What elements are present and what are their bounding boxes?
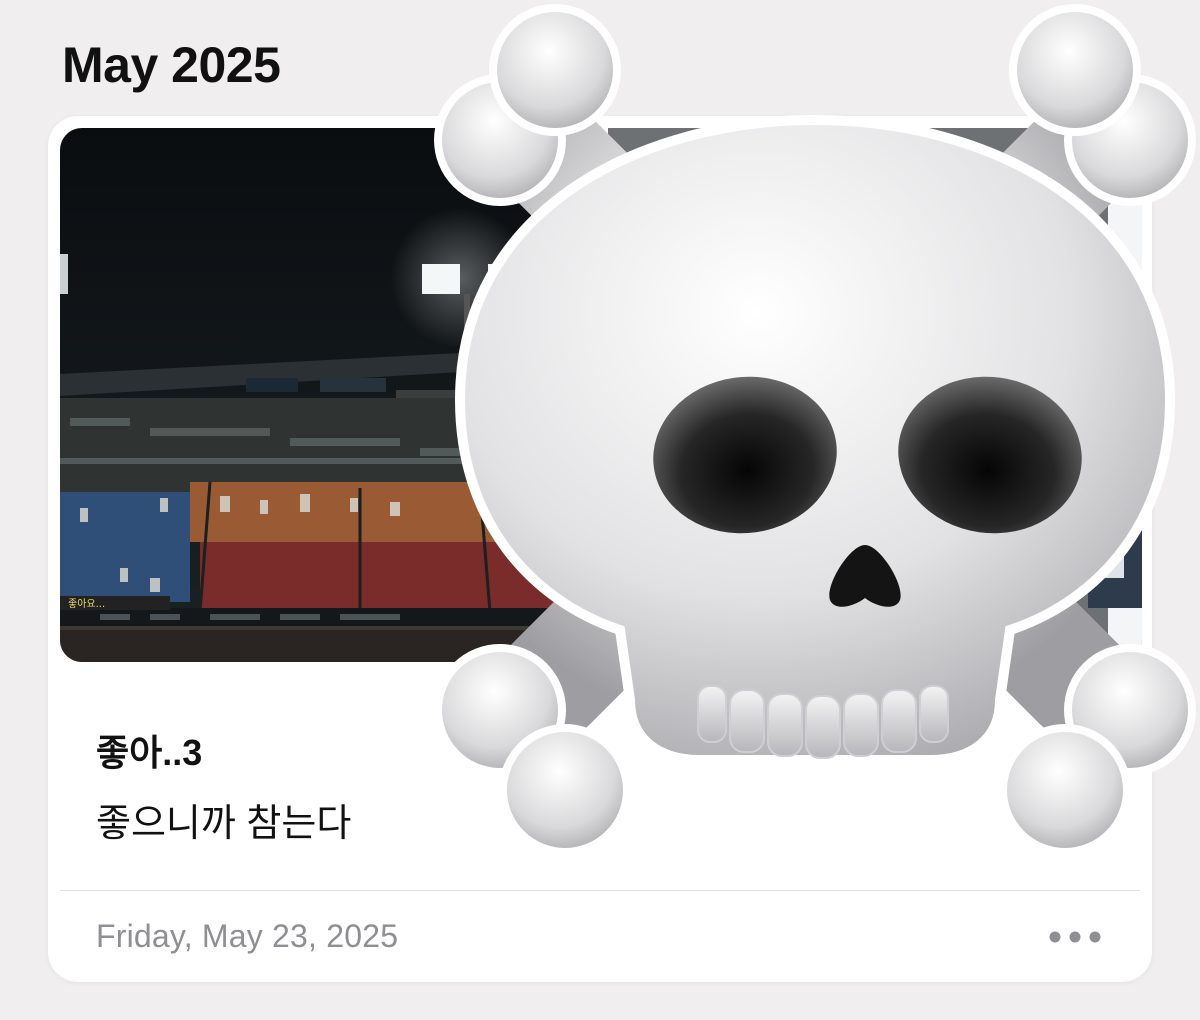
month-header: May 2025 [62,37,281,93]
journal-entry-card[interactable]: 좋아요... 좋아..3 좋으니까 참는다 Friday, May 23, 20… [48,116,1152,982]
card-divider [60,890,1140,891]
second-photo[interactable] [608,128,1142,662]
entry-body-text: 좋으니까 참는다 [96,803,352,845]
entry-date: Friday, May 23, 2025 [96,918,399,954]
more-options-button[interactable] [1046,924,1104,950]
stadium-photo[interactable]: 좋아요... [60,128,594,662]
stadium-banner-text: 좋아요... [68,598,105,610]
entry-title: 좋아..3 [96,732,203,773]
ellipsis-icon [1049,931,1101,943]
